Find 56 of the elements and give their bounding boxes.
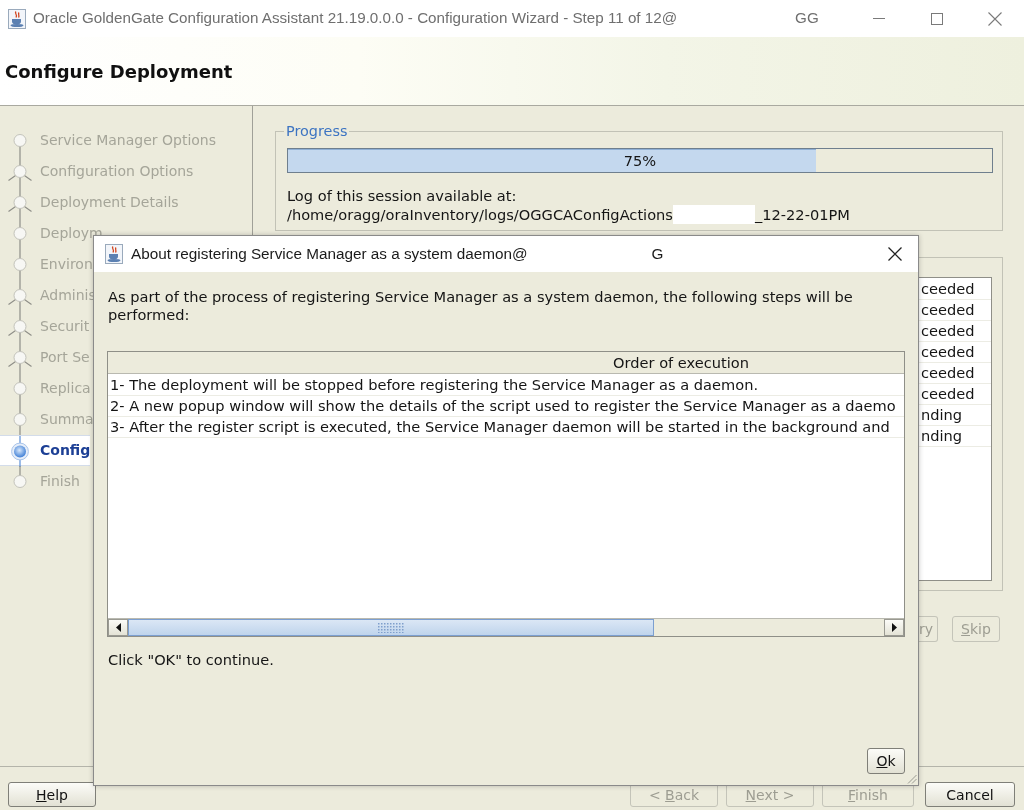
left-triangle-icon — [115, 623, 121, 632]
table-cell: 3- After the register script is executed, the Service Manager daemon will be started in the background and — [108, 417, 904, 438]
wizard-step[interactable]: Port Se — [0, 342, 90, 373]
active-node-icon — [11, 436, 29, 467]
wizard-step[interactable]: Finish — [0, 466, 80, 497]
wizard-button[interactable]: Cancel — [925, 782, 1015, 807]
close-icon — [988, 11, 1002, 26]
wizard-step[interactable]: Securit — [0, 311, 90, 342]
log-path: _12-22-01PM — [754, 205, 850, 224]
log-path: /home/oragg/oraInventory/logs/OGGCAConfigActions — [287, 205, 673, 224]
window-title: GG — [795, 8, 819, 29]
wizard-step[interactable]: Deployment Details — [0, 187, 179, 218]
wizard-step[interactable]: Replica — [0, 373, 91, 404]
dialog-message: As part of the process of registering Service Manager as a system daemon, the following steps will be performed: — [107, 288, 854, 324]
table-cell: 2- A new popup window will show the details of the script used to register the Service Manager as a daemo — [108, 396, 904, 417]
resize-grip-icon — [907, 774, 917, 784]
right-triangle-icon — [891, 623, 897, 632]
node-icon — [13, 134, 27, 156]
dialog-title: About registering Service Manager as a system daemon@ — [131, 243, 528, 264]
window-title: Oracle GoldenGate Configuration Assistant 21.19.0.0.0 - Configuration Wizard - Step 11 of 12@ — [33, 8, 678, 29]
scroll-right-button[interactable] — [884, 619, 904, 636]
forked-node-icon — [8, 311, 32, 342]
forked-node-icon — [8, 187, 32, 218]
wizard-step[interactable]: Deploym — [0, 218, 103, 249]
dialog-note: Click "OK" to continue. — [107, 651, 275, 669]
minimize-icon — [873, 18, 885, 19]
grip-icon — [378, 622, 404, 633]
column-header: Order of execution — [613, 354, 749, 371]
scroll-left-button[interactable] — [108, 619, 128, 636]
forked-node-icon — [8, 342, 32, 373]
wizard-step[interactable]: Service Manager Options — [0, 125, 217, 156]
progress-percent: 75% — [623, 150, 657, 171]
dialog-title: G — [651, 243, 664, 264]
close-icon — [888, 247, 902, 261]
table-cell: 1- The deployment will be stopped before registering the Service Manager as a daemon. — [108, 375, 904, 396]
forked-node-icon — [8, 156, 32, 187]
scroll-thumb[interactable] — [128, 619, 654, 636]
node-icon — [13, 218, 27, 249]
ok-button[interactable]: Ok — [867, 748, 905, 774]
wizard-step[interactable]: Environ — [0, 249, 93, 280]
forked-node-icon — [8, 280, 32, 311]
wizard-step[interactable]: Adminis — [0, 280, 96, 311]
wizard-step[interactable]: Configuration Options — [0, 156, 194, 187]
coffee-cup-icon — [105, 244, 123, 264]
node-icon — [13, 249, 27, 280]
page-title: Configure Deployment — [5, 59, 233, 84]
node-icon — [13, 466, 27, 488]
maximize-icon — [931, 12, 943, 25]
wizard-button[interactable]: Help — [8, 782, 96, 807]
wizard-step[interactable]: Config — [0, 435, 91, 466]
node-icon — [13, 373, 27, 404]
node-icon — [13, 404, 27, 435]
wizard-step[interactable]: Summa — [0, 404, 94, 435]
coffee-cup-icon — [8, 8, 26, 29]
log-label: Log of this session available at: — [287, 187, 517, 206]
panel-title: Progress — [285, 124, 349, 139]
